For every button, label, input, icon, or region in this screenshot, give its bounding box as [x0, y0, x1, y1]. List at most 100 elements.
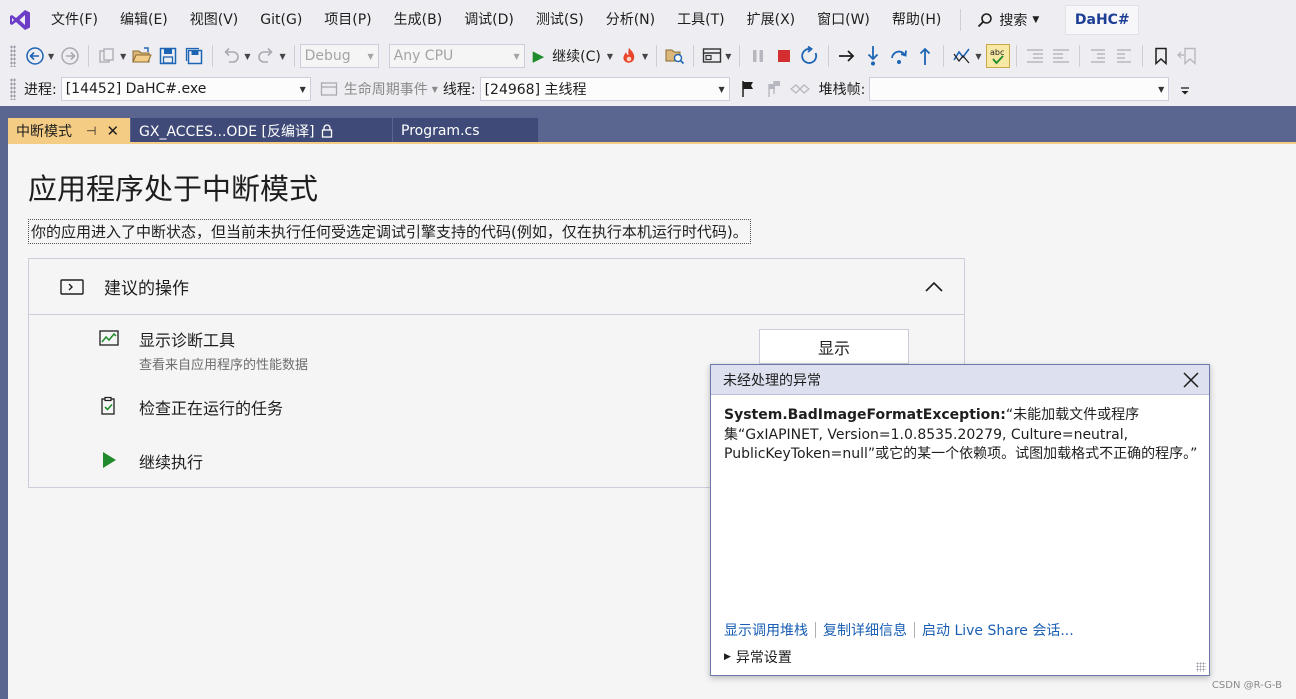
link-separator	[914, 622, 915, 638]
debug-location-toolbar: 进程: [14452] DaHC#.exe ▼ 生命周期事件 ▼ 线程: [24…	[0, 72, 1296, 106]
lock-icon	[322, 124, 333, 138]
visual-studio-logo-icon[interactable]	[0, 0, 40, 40]
back-dropdown-icon[interactable]: ▼	[48, 52, 54, 61]
break-all-icon	[746, 44, 770, 68]
menu-project[interactable]: 项目(P)	[313, 6, 382, 34]
diagnostic-dropdown-icon[interactable]: ▼	[975, 52, 981, 61]
tab-decompiled-source[interactable]: GX_ACCES...ODE [反编译]	[131, 118, 392, 144]
link-separator	[815, 622, 816, 638]
menu-help[interactable]: 帮助(H)	[881, 6, 952, 34]
menu-separator	[960, 9, 962, 31]
toolbar-separator	[1141, 45, 1143, 67]
stack-frame-select[interactable]: ▼	[869, 77, 1170, 101]
search-button[interactable]: 搜索 ▼	[969, 6, 1047, 34]
chevron-down-icon: ▼	[1032, 15, 1040, 25]
menu-analyze[interactable]: 分析(N)	[595, 6, 666, 34]
continue-dropdown-icon[interactable]: ▼	[607, 52, 613, 61]
chevron-up-icon[interactable]	[924, 277, 944, 297]
find-in-files-icon[interactable]	[663, 44, 687, 68]
lifecycle-events-label: 生命周期事件	[343, 82, 428, 98]
action-continue-execution[interactable]: 继续执行	[99, 449, 203, 473]
close-icon[interactable]: ✕	[106, 122, 119, 140]
exception-settings-expander[interactable]: ▶ 异常设置	[724, 647, 792, 667]
configuration-select[interactable]: Debug ▼	[299, 44, 379, 68]
indent-icon	[1086, 44, 1110, 68]
application-insights-icon[interactable]	[700, 44, 724, 68]
suggested-actions-header[interactable]: 建议的操作	[29, 259, 964, 315]
navigate-forward-icon	[58, 44, 82, 68]
start-live-share-link[interactable]: 启动 Live Share 会话...	[922, 620, 1074, 640]
uncomment-lines-icon	[1049, 44, 1073, 68]
menu-window[interactable]: 窗口(W)	[806, 6, 881, 34]
diagnostic-tools-icon[interactable]	[950, 44, 974, 68]
menu-debug[interactable]: 调试(D)	[453, 6, 525, 34]
step-over-icon[interactable]	[887, 44, 911, 68]
step-into-icon[interactable]	[861, 44, 885, 68]
navigate-back-icon[interactable]	[23, 44, 47, 68]
tab-program-cs[interactable]: Program.cs	[393, 118, 538, 144]
bookmark-icon[interactable]	[1149, 44, 1173, 68]
show-call-stack-link[interactable]: 显示调用堆栈	[724, 620, 808, 640]
search-icon	[978, 13, 993, 28]
exception-type: System.BadImageFormatException:	[724, 407, 1006, 423]
page-title: 应用程序处于中断模式	[28, 172, 319, 206]
menu-edit[interactable]: 编辑(E)	[109, 6, 179, 34]
thread-select[interactable]: [24968] 主线程 ▼	[479, 77, 730, 101]
toolbar-grip[interactable]	[10, 45, 16, 67]
copy-details-link[interactable]: 复制详细信息	[823, 620, 907, 640]
comment-lines-icon	[1023, 44, 1047, 68]
close-icon[interactable]	[1181, 370, 1201, 390]
open-folder-icon[interactable]	[130, 44, 154, 68]
pin-icon[interactable]: ⊣	[86, 124, 96, 138]
hot-reload-icon[interactable]	[617, 44, 641, 68]
step-out-icon[interactable]	[913, 44, 937, 68]
action-label: 显示诊断工具	[139, 331, 236, 350]
menu-tools[interactable]: 工具(T)	[666, 6, 735, 34]
action-show-diagnostic-tools[interactable]: 显示诊断工具 查看来自应用程序的性能数据	[99, 327, 308, 373]
outdent-icon	[1112, 44, 1136, 68]
suggested-actions-title: 建议的操作	[104, 279, 189, 299]
toolbar-separator	[293, 45, 295, 67]
tab-break-mode[interactable]: 中断模式 ⊣ ✕	[8, 118, 130, 144]
stop-debugging-icon[interactable]	[772, 44, 796, 68]
window-left-edge	[0, 144, 8, 699]
menu-build[interactable]: 生成(B)	[383, 6, 454, 34]
save-all-icon[interactable]	[182, 44, 206, 68]
menu-file[interactable]: 文件(F)	[40, 6, 109, 34]
console-icon	[60, 278, 84, 295]
document-tab-strip: 中断模式 ⊣ ✕ GX_ACCES...ODE [反编译] Program.cs	[0, 106, 1296, 144]
undo-dropdown-icon: ▼	[244, 51, 251, 61]
toolbar-separator	[1015, 45, 1017, 67]
undo-icon	[219, 44, 243, 68]
menu-test[interactable]: 测试(S)	[525, 6, 595, 34]
action-inspect-running-tasks[interactable]: 检查正在运行的任务	[99, 395, 283, 419]
continue-button[interactable]: ▶ 继续(C) ▼	[533, 46, 616, 66]
spell-check-icon[interactable]: abc	[985, 44, 1010, 68]
stack-frame-label: 堆栈帧:	[818, 82, 866, 98]
solution-name-badge[interactable]: DaHC#	[1065, 5, 1140, 35]
toolbar-grip[interactable]	[10, 78, 16, 100]
resize-grip[interactable]	[1196, 662, 1206, 672]
menu-view[interactable]: 视图(V)	[179, 6, 250, 34]
thread-value: [24968] 主线程	[484, 82, 587, 98]
platform-select[interactable]: Any CPU ▼	[388, 44, 525, 68]
continue-label: 继续(C)	[552, 49, 601, 65]
hot-reload-dropdown-icon[interactable]: ▼	[642, 52, 648, 61]
show-diagnostics-button[interactable]: 显示	[759, 329, 909, 364]
menu-extensions[interactable]: 扩展(X)	[736, 6, 807, 34]
tab-label: Program.cs	[401, 123, 480, 139]
insights-dropdown-icon[interactable]: ▼	[725, 52, 731, 61]
chevron-down-icon: ▼	[1158, 84, 1165, 94]
menu-git[interactable]: Git(G)	[249, 6, 313, 34]
flag-thread-icon[interactable]	[736, 77, 760, 101]
redo-icon	[254, 44, 278, 68]
process-label: 进程:	[24, 82, 57, 98]
toolbar-overflow-icon[interactable]	[1173, 77, 1197, 101]
restart-icon[interactable]	[798, 44, 822, 68]
chevron-down-icon: ▼	[299, 84, 306, 94]
tab-label: GX_ACCES...ODE [反编译]	[139, 124, 315, 140]
lifecycle-events-icon	[317, 77, 341, 101]
show-next-statement-icon[interactable]	[835, 44, 859, 68]
save-icon[interactable]	[156, 44, 180, 68]
process-select[interactable]: [14452] DaHC#.exe ▼	[60, 77, 311, 101]
